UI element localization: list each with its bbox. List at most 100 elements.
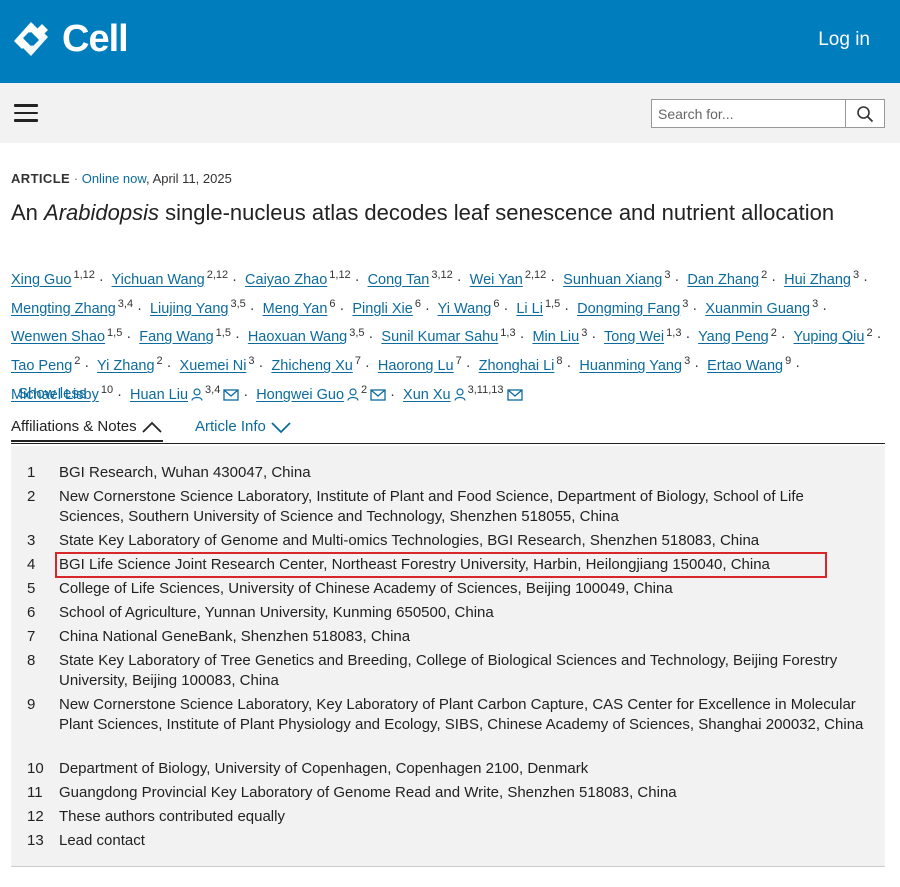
author-affiliation-sup[interactable]: 6 [493, 298, 499, 310]
author-affiliation-sup[interactable]: 7 [355, 355, 361, 367]
author-name-link[interactable]: Sunhuan Xiang [563, 272, 662, 288]
affiliation-text: China National GeneBank, Shenzhen 518083… [59, 628, 411, 645]
author-affiliation-sup[interactable]: 3 [682, 298, 688, 310]
author-separator: · [591, 329, 597, 346]
author-name-link[interactable]: Huanming Yang [579, 358, 682, 374]
author-item: Ertao Wang 9 [707, 355, 791, 374]
author-name-link[interactable]: Pingli Xie [352, 301, 412, 317]
author-name-link[interactable]: Wei Yan [470, 272, 523, 288]
author-affiliation-sup[interactable]: 2 [74, 355, 80, 367]
author-name-link[interactable]: Liujing Yang [150, 301, 228, 317]
online-status[interactable]: Online now [82, 171, 146, 186]
email-icon[interactable] [223, 389, 239, 401]
author-name-link[interactable]: Min Liu [532, 329, 579, 345]
author-name-link[interactable]: Yi Wang [438, 301, 492, 317]
author-name-link[interactable]: Meng Yan [263, 301, 328, 317]
author-affiliation-sup[interactable]: 3,4 [118, 298, 133, 310]
author-affiliation-sup[interactable]: 9 [785, 355, 791, 367]
search-input[interactable] [652, 100, 845, 127]
author-name-link[interactable]: Caiyao Zhao [245, 272, 327, 288]
author-affiliation-sup[interactable]: 3,11,13 [468, 384, 504, 396]
author-affiliation-sup[interactable]: 3 [581, 327, 587, 339]
author-affiliation-sup[interactable]: 3,4 [205, 384, 220, 396]
author-affiliation-sup[interactable]: 3,5 [349, 327, 364, 339]
author-separator: · [780, 329, 786, 346]
secondary-bar [0, 83, 900, 143]
author-affiliation-sup[interactable]: 2 [157, 355, 163, 367]
publish-date: April 11, 2025 [152, 171, 232, 186]
author-affiliation-sup[interactable]: 6 [329, 298, 335, 310]
author-name-link[interactable]: Tong Wei [604, 329, 664, 345]
author-affiliation-sup[interactable]: 3 [853, 269, 859, 281]
author-name-link[interactable]: Yichuan Wang [112, 272, 205, 288]
author-name-link[interactable]: Zhonghai Li [479, 358, 555, 374]
author-separator: · [117, 387, 122, 404]
author-affiliation-sup[interactable]: 1,12 [73, 269, 94, 281]
author-affiliation-sup[interactable]: 3,5 [230, 298, 245, 310]
author-name-link[interactable]: Mengting Zhang [11, 301, 116, 317]
author-name-link[interactable]: Ertao Wang [707, 358, 783, 374]
cell-logo-icon [14, 22, 48, 56]
author-affiliation-sup[interactable]: 3 [248, 355, 254, 367]
author-name-link[interactable]: Tao Peng [11, 358, 72, 374]
author-affiliation-sup[interactable]: 2,12 [525, 269, 546, 281]
tab-affiliations[interactable]: Affiliations & Notes [11, 418, 163, 442]
affiliation-number: 1 [27, 464, 36, 481]
author-affiliation-sup[interactable]: 1,12 [329, 269, 350, 281]
author-affiliation-sup[interactable]: 10 [101, 384, 113, 396]
author-name-link[interactable]: Haoxuan Wang [248, 329, 347, 345]
author-name-link[interactable]: Hui Zhang [784, 272, 851, 288]
author-affiliation-sup[interactable]: 1,3 [500, 327, 515, 339]
author-affiliation-sup[interactable]: 6 [415, 298, 421, 310]
author-separator: · [519, 329, 525, 346]
email-icon[interactable] [370, 389, 386, 401]
author-affiliation-sup[interactable]: 1,5 [545, 298, 560, 310]
author-affiliation-sup[interactable]: 7 [456, 355, 462, 367]
author-name-link[interactable]: Huan Liu [130, 387, 188, 403]
author-separator: · [232, 271, 238, 288]
author-affiliation-sup[interactable]: 1,5 [107, 327, 122, 339]
author-affiliation-sup[interactable]: 3 [664, 269, 670, 281]
author-name-link[interactable]: Dongming Fang [577, 301, 680, 317]
author-name-link[interactable]: Haorong Lu [378, 358, 454, 374]
affiliation-number: 10 [27, 760, 44, 777]
author-affiliation-sup[interactable]: 2 [361, 384, 367, 396]
author-affiliation-sup[interactable]: 2 [761, 269, 767, 281]
author-name-link[interactable]: Xun Xu [403, 387, 451, 403]
author-name-link[interactable]: Wenwen Shao [11, 329, 105, 345]
author-item: Caiyao Zhao 1,12 [245, 269, 351, 288]
tab-article-info[interactable]: Article Info [195, 418, 292, 435]
author-name-link[interactable]: Xuemei Ni [180, 358, 247, 374]
author-name-link[interactable]: Yi Zhang [97, 358, 155, 374]
author-name-link[interactable]: Yuping Qiu [794, 329, 865, 345]
author-affiliation-sup[interactable]: 1,3 [666, 327, 681, 339]
author-item: Dan Zhang 2 [687, 269, 767, 288]
author-item: Li Li 1,5 [516, 298, 560, 317]
author-name-link[interactable]: Xuanmin Guang [705, 301, 810, 317]
author-name-link[interactable]: Li Li [516, 301, 543, 317]
author-affiliation-sup[interactable]: 1,5 [216, 327, 231, 339]
author-affiliation-sup[interactable]: 3 [684, 355, 690, 367]
login-link[interactable]: Log in [818, 29, 870, 51]
author-name-link[interactable]: Sunil Kumar Sahu [381, 329, 498, 345]
author-name-link[interactable]: Yang Peng [698, 329, 769, 345]
author-name-link[interactable]: Fang Wang [139, 329, 213, 345]
author-affiliation-sup[interactable]: 2 [866, 327, 872, 339]
author-affiliation-sup[interactable]: 2,12 [207, 269, 228, 281]
author-affiliation-sup[interactable]: 2 [771, 327, 777, 339]
email-icon[interactable] [506, 389, 523, 401]
author-name-link[interactable]: Hongwei Guo [256, 387, 344, 403]
author-affiliation-sup[interactable]: 3 [812, 298, 818, 310]
author-separator: · [166, 358, 172, 375]
hamburger-menu-icon[interactable] [14, 104, 38, 122]
author-name-link[interactable]: Zhicheng Xu [271, 358, 352, 374]
search-button[interactable] [845, 100, 884, 127]
author-item: Yichuan Wang 2,12 [112, 269, 229, 288]
author-affiliation-sup[interactable]: 3,12 [431, 269, 452, 281]
show-less-button[interactable]: Show less [18, 385, 86, 402]
author-affiliation-sup[interactable]: 8 [556, 355, 562, 367]
author-name-link[interactable]: Cong Tan [368, 272, 430, 288]
author-name-link[interactable]: Xing Guo [11, 272, 71, 288]
author-name-link[interactable]: Dan Zhang [687, 272, 759, 288]
cell-logo[interactable]: Cell [12, 19, 129, 59]
